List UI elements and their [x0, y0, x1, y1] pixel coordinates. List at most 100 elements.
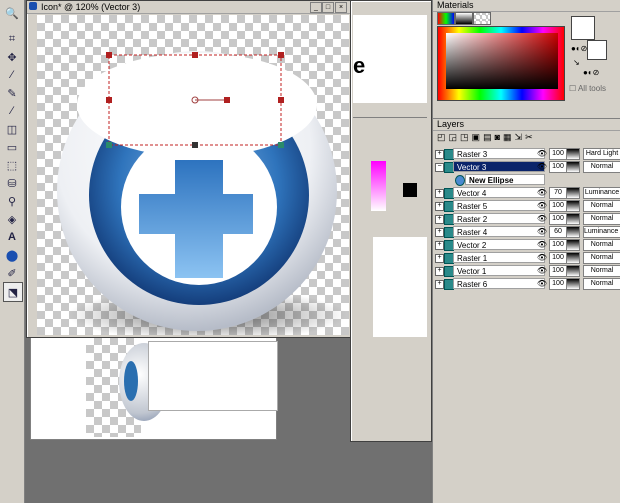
layer-row[interactable]: + Vector 4 👁 70 Luminance	[433, 187, 620, 199]
edit-selection-icon[interactable]: ✂	[525, 132, 533, 144]
layer-row[interactable]: New Ellipse	[433, 174, 620, 186]
dropper-icon[interactable]: ⁄	[3, 66, 21, 84]
document-titlebar[interactable]: Icon* @ 120% (Vector 3)	[27, 1, 350, 14]
layer-row[interactable]: − Vector 3 👁 100 Normal	[433, 161, 620, 173]
layer-opacity-value[interactable]: 70	[549, 187, 567, 199]
materials-tab-rainbow[interactable]	[455, 12, 473, 25]
layer-opacity-value[interactable]: 100	[549, 213, 567, 225]
layer-blend-mode[interactable]: Normal	[583, 265, 620, 277]
color-spectrum[interactable]	[437, 26, 565, 101]
fg-style-icons[interactable]: ●◐⊘	[571, 44, 587, 53]
new-raster-layer-icon[interactable]: ◰	[437, 132, 446, 144]
layer-opacity-slider[interactable]	[566, 213, 580, 225]
shape-icon[interactable]: ⬤	[3, 246, 21, 264]
layer-blend-mode[interactable]: Normal	[583, 252, 620, 264]
layer-name[interactable]: Raster 2	[453, 213, 545, 224]
visibility-eye-icon[interactable]: 👁	[536, 278, 548, 289]
materials-tab-swatches[interactable]	[473, 12, 491, 25]
visibility-eye-icon[interactable]: 👁	[536, 239, 548, 250]
layer-blend-mode[interactable]: Normal	[583, 278, 620, 290]
layer-expand-toggle[interactable]: +	[435, 150, 444, 159]
visibility-eye-icon[interactable]: 👁	[536, 187, 548, 198]
layer-name[interactable]: Vector 4	[453, 187, 545, 198]
clone-icon[interactable]: ◫	[3, 120, 21, 138]
delete-layer-icon[interactable]: ▣	[472, 132, 481, 144]
visibility-eye-icon[interactable]: 👁	[536, 200, 548, 211]
layer-row[interactable]: + Raster 2 👁 100 Normal	[433, 213, 620, 225]
layer-properties-icon[interactable]: ▤	[483, 132, 492, 144]
group-icon[interactable]: ▦	[503, 132, 512, 144]
layer-opacity-value[interactable]: 100	[549, 239, 567, 251]
layer-row[interactable]: + Raster 3 👁 100 Hard Light	[433, 148, 620, 160]
maximize-button[interactable]: □	[322, 2, 334, 13]
bg-style-icons[interactable]: ●◐⊘	[583, 68, 599, 77]
fill-icon[interactable]: ◈	[3, 210, 21, 228]
crop-icon[interactable]: ⌗	[3, 30, 21, 48]
merge-icon[interactable]: ⇲	[515, 132, 523, 144]
layer-expand-toggle[interactable]: +	[435, 267, 444, 276]
visibility-eye-icon[interactable]: 👁	[536, 161, 548, 172]
layer-opacity-value[interactable]: 100	[549, 278, 567, 290]
visibility-eye-icon[interactable]: 👁	[536, 252, 548, 263]
eraser-icon[interactable]: ▭	[3, 138, 21, 156]
vector-select-icon[interactable]: ⬔	[3, 282, 23, 302]
layer-opacity-value[interactable]: 100	[549, 161, 567, 173]
layer-opacity-value[interactable]: 60	[549, 226, 567, 238]
layer-expand-toggle[interactable]: +	[435, 215, 444, 224]
layer-opacity-slider[interactable]	[566, 200, 580, 212]
layer-name[interactable]: Vector 2	[453, 239, 545, 250]
canvas[interactable]	[37, 15, 349, 335]
layer-opacity-slider[interactable]	[566, 278, 580, 290]
color-field[interactable]	[446, 33, 558, 89]
layer-blend-mode[interactable]: Luminance	[583, 187, 620, 199]
layer-opacity-slider[interactable]	[566, 265, 580, 277]
layer-blend-mode[interactable]: Normal	[583, 239, 620, 251]
layer-opacity-slider[interactable]	[566, 239, 580, 251]
layer-blend-mode[interactable]: Normal	[583, 213, 620, 225]
layer-blend-mode[interactable]: Hard Light	[583, 148, 620, 160]
bucket-icon[interactable]: ⛁	[3, 174, 21, 192]
layer-opacity-value[interactable]: 100	[549, 148, 567, 160]
swap-colors-icon[interactable]: ↘	[573, 58, 580, 67]
visibility-eye-icon[interactable]: 👁	[536, 226, 548, 237]
layer-row[interactable]: + Raster 6 👁 100 Normal	[433, 278, 620, 290]
layer-row[interactable]: + Vector 1 👁 100 Normal	[433, 265, 620, 277]
minimize-button[interactable]: _	[310, 2, 322, 13]
foreground-swatch[interactable]	[571, 16, 595, 40]
duplicate-layer-icon[interactable]: ◳	[460, 132, 469, 144]
picture-tube-icon[interactable]: ⚲	[3, 192, 21, 210]
move-icon[interactable]: ✥	[3, 48, 21, 66]
layer-name[interactable]: Raster 6	[453, 278, 545, 289]
layer-blend-mode[interactable]: Normal	[583, 161, 620, 173]
layer-opacity-value[interactable]: 100	[549, 252, 567, 264]
layer-expand-toggle[interactable]: +	[435, 228, 444, 237]
layer-expand-toggle[interactable]: +	[435, 202, 444, 211]
layer-opacity-value[interactable]: 100	[549, 200, 567, 212]
text-icon[interactable]: A	[3, 228, 21, 246]
layer-blend-mode[interactable]: Luminance (L)	[583, 226, 620, 238]
materials-tab-frame[interactable]	[437, 12, 455, 25]
layer-row[interactable]: + Raster 4👁60 Luminance (L)	[433, 226, 620, 238]
pen-icon[interactable]: ✎	[3, 84, 21, 102]
layer-name[interactable]: Raster 4	[453, 226, 545, 237]
layer-row[interactable]: + Raster 1 👁 100 Normal	[433, 252, 620, 264]
selection-icon[interactable]: ⬚	[3, 156, 21, 174]
layer-name[interactable]: Vector 1	[453, 265, 545, 276]
zoom-icon[interactable]: 🔍	[3, 4, 21, 22]
layer-expand-toggle[interactable]: +	[435, 241, 444, 250]
new-vector-layer-icon[interactable]: ◲	[449, 132, 458, 144]
layer-expand-toggle[interactable]: +	[435, 280, 444, 289]
visibility-eye-icon[interactable]: 👁	[536, 265, 548, 276]
layer-opacity-slider[interactable]	[566, 226, 580, 238]
layer-expand-toggle[interactable]: −	[435, 163, 444, 172]
close-button[interactable]: ×	[335, 2, 347, 13]
mask-icon[interactable]: ◙	[495, 132, 500, 144]
layer-name[interactable]: Raster 1	[453, 252, 545, 263]
layer-expand-toggle[interactable]: +	[435, 189, 444, 198]
layer-blend-mode[interactable]: Normal	[583, 200, 620, 212]
layer-opacity-slider[interactable]	[566, 161, 580, 173]
layer-opacity-slider[interactable]	[566, 187, 580, 199]
freehand-icon[interactable]: ✐	[3, 264, 21, 282]
layer-name[interactable]: Raster 3	[453, 148, 545, 159]
layer-opacity-slider[interactable]	[566, 148, 580, 160]
